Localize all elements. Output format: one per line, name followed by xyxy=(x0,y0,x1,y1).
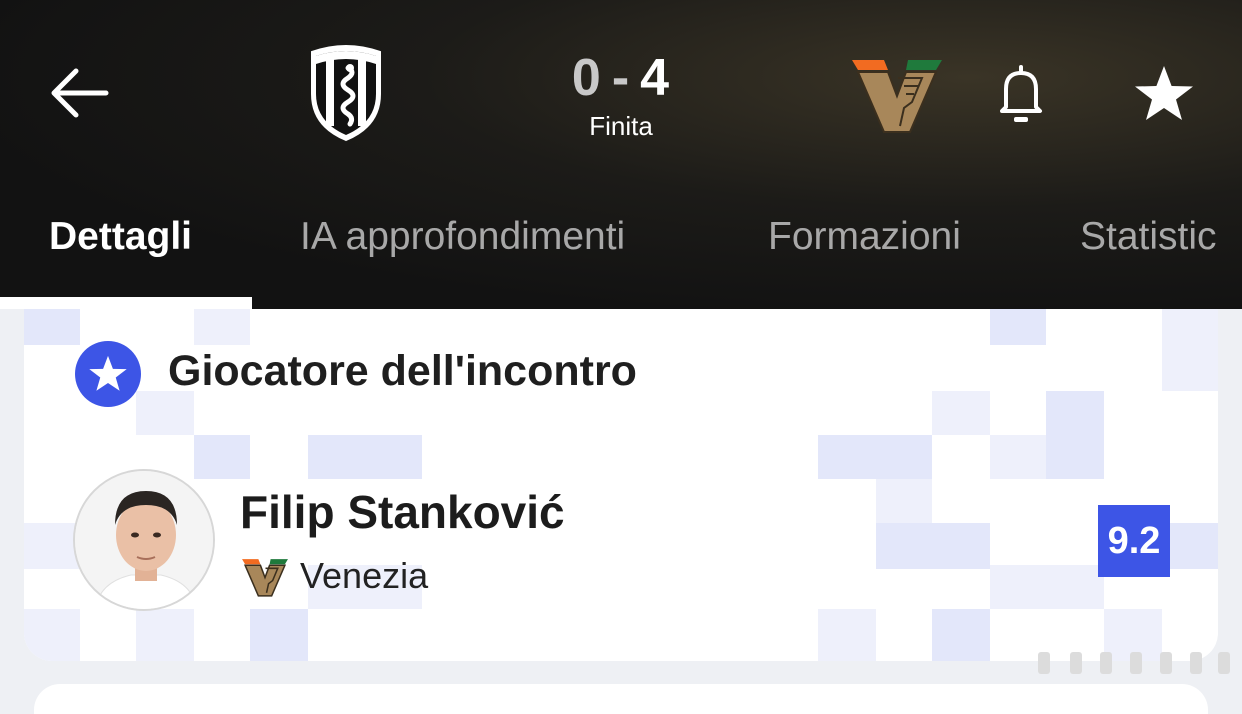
indicator-bar xyxy=(1100,652,1112,674)
player-avatar[interactable] xyxy=(73,469,215,611)
card-pattern xyxy=(818,435,932,479)
card-pattern xyxy=(932,391,990,435)
tab-ia-approfondimenti[interactable]: IA approfondimenti xyxy=(300,200,625,309)
next-card xyxy=(34,684,1208,714)
card-pattern xyxy=(24,309,80,345)
match-tabs: Dettagli IA approfondimenti Formazioni S… xyxy=(0,200,1242,309)
card-pattern xyxy=(194,309,250,345)
venezia-crest-icon xyxy=(852,60,942,133)
arrow-left-icon xyxy=(51,68,109,118)
indicator-bar xyxy=(1130,652,1142,674)
indicator-bar xyxy=(1190,652,1202,674)
card-pattern xyxy=(932,609,990,661)
indicator-bar xyxy=(1218,652,1230,674)
star-badge-icon xyxy=(75,341,141,407)
card-pattern xyxy=(250,609,308,661)
player-team-logo xyxy=(240,557,290,597)
home-score: 0 xyxy=(571,49,602,107)
notifications-button[interactable] xyxy=(985,58,1057,130)
bell-icon xyxy=(1000,65,1042,122)
card-pattern xyxy=(990,435,1046,479)
card-pattern xyxy=(876,523,990,569)
tab-formazioni[interactable]: Formazioni xyxy=(768,200,961,309)
score-separator: - xyxy=(611,49,631,107)
back-button[interactable] xyxy=(38,58,118,128)
away-team-logo[interactable] xyxy=(848,56,946,134)
card-pattern xyxy=(1162,309,1218,391)
player-team-name: Venezia xyxy=(300,555,429,596)
match-status: Finita xyxy=(589,111,653,141)
star-icon xyxy=(1135,66,1193,120)
indicator-bar xyxy=(1160,652,1172,674)
active-tab-indicator xyxy=(0,297,252,309)
card-pattern xyxy=(876,479,932,523)
player-of-the-match-card[interactable]: Giocatore dell'incontro Filip Stanković … xyxy=(24,309,1218,661)
card-pattern xyxy=(308,435,422,479)
away-score: 4 xyxy=(640,49,671,107)
section-title: Giocatore dell'incontro xyxy=(168,347,637,395)
card-pattern xyxy=(136,609,194,661)
tab-dettagli[interactable]: Dettagli xyxy=(49,200,192,309)
venezia-crest-icon xyxy=(242,559,288,597)
card-pattern xyxy=(136,391,194,435)
player-name[interactable]: Filip Stanković xyxy=(240,485,565,539)
card-pattern xyxy=(194,435,250,479)
card-pattern xyxy=(1046,391,1104,479)
home-team-logo[interactable] xyxy=(306,42,386,142)
indicator-bar xyxy=(1070,652,1082,674)
scroll-indicator xyxy=(1030,648,1236,678)
player-photo xyxy=(75,471,213,609)
player-rating-badge: 9.2 xyxy=(1098,505,1170,577)
indicator-bar xyxy=(1038,652,1050,674)
cesena-crest-icon xyxy=(311,45,381,142)
card-pattern xyxy=(1162,523,1218,569)
card-pattern xyxy=(990,309,1046,345)
favorite-button[interactable] xyxy=(1126,58,1202,130)
card-pattern xyxy=(24,609,80,661)
match-header: 0-4 Finita Dettagli IA approfondimenti F… xyxy=(0,0,1242,309)
tab-statistiche[interactable]: Statistic xyxy=(1080,200,1217,309)
card-pattern xyxy=(24,523,80,569)
card-pattern xyxy=(990,565,1104,609)
card-pattern xyxy=(818,609,876,661)
match-score: 0-4 xyxy=(521,48,721,108)
